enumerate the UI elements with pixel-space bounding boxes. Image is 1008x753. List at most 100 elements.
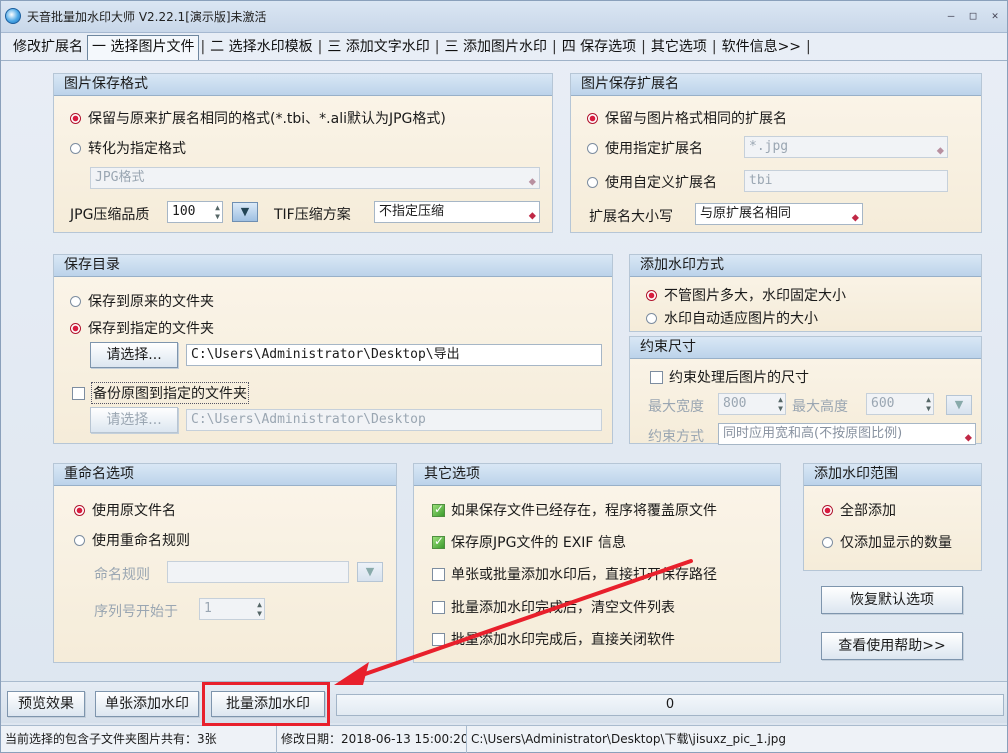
checkbox-open-path[interactable]: 单张或批量添加水印后，直接打开保存路径 — [432, 564, 717, 584]
spinner-icon[interactable]: ▲ ▼ — [778, 395, 783, 413]
naming-rule-input[interactable] — [167, 561, 349, 583]
jpg-quality-input[interactable]: 100 ▲ ▼ — [167, 201, 223, 223]
checkbox-label: 保存原JPG文件的 EXIF 信息 — [451, 535, 626, 551]
radio-selected-icon — [587, 112, 598, 124]
max-height-input[interactable]: 600 ▲ ▼ — [866, 393, 934, 415]
backup-path-input[interactable]: C:\Users\Administrator\Desktop — [186, 409, 602, 431]
panel-title: 添加水印范围 — [804, 464, 981, 486]
panel-title: 保存目录 — [54, 255, 612, 277]
panel-other-options: 其它选项 如果保存文件已经存在，程序将覆盖原文件 保存原JPG文件的 EXIF … — [413, 463, 781, 663]
panel-title: 约束尺寸 — [630, 337, 981, 359]
tab-watermark-template[interactable]: 二 选择水印模板 — [206, 36, 316, 60]
size-dropdown-button[interactable]: ▼ — [946, 395, 972, 415]
input-value: 600 — [871, 396, 895, 411]
input-value: tbi — [749, 173, 773, 188]
checkbox-constraint-size[interactable]: 约束处理后图片的尺寸 — [650, 367, 809, 387]
minimize-icon[interactable]: – — [943, 9, 959, 22]
input-value: 100 — [172, 204, 196, 219]
dropdown-arrow-icon: ◆ — [851, 210, 859, 224]
select-value: *.jpg — [749, 139, 789, 154]
radio-original-filename[interactable]: 使用原文件名 — [74, 500, 176, 520]
checkbox-checked-icon — [432, 534, 445, 549]
tab-software-info[interactable]: 软件信息>> — [718, 36, 805, 60]
tab-modify-extension[interactable]: 修改扩展名 — [9, 36, 87, 60]
title-bar: 天音批量加水印大师 V2.22.1[演示版]未激活 – □ ✕ — [1, 1, 1007, 33]
dropdown-arrow-icon: ◆ — [964, 430, 972, 444]
constraint-mode-select[interactable]: 同时应用宽和高(不按原图比例) ◆ — [718, 423, 976, 445]
radio-fixed-size[interactable]: 不管图片多大，水印固定大小 — [646, 285, 846, 305]
save-path-input[interactable]: C:\Users\Administrator\Desktop\导出 — [186, 344, 602, 366]
checkbox-checked-icon — [432, 502, 445, 517]
view-help-button[interactable]: 查看使用帮助>> — [821, 632, 963, 660]
preview-button[interactable]: 预览效果 — [7, 691, 85, 717]
radio-selected-icon — [74, 504, 85, 516]
spinner-icon[interactable]: ▲ ▼ — [926, 395, 931, 413]
tab-bar: 修改扩展名 一 选择图片文件 | 二 选择水印模板 | 三 添加文字水印 | 三… — [1, 33, 1007, 61]
radio-label: 保留与图片格式相同的扩展名 — [605, 111, 787, 127]
radio-specified-extension[interactable]: 使用指定扩展名 — [587, 138, 703, 158]
checkbox-icon — [432, 567, 445, 581]
specified-extension-select[interactable]: *.jpg ◆ — [744, 136, 948, 158]
checkbox-clear-list[interactable]: 批量添加水印完成后，清空文件列表 — [432, 597, 675, 617]
browse-save-folder-button[interactable]: 请选择... — [90, 342, 178, 368]
window-controls: – □ ✕ — [943, 9, 1003, 22]
select-value: 与原扩展名相同 — [700, 206, 792, 221]
checkbox-close-app[interactable]: 批量添加水印完成后，直接关闭软件 — [432, 629, 675, 649]
browse-backup-folder-button[interactable]: 请选择... — [90, 407, 178, 433]
tab-other-options[interactable]: 其它选项 — [647, 36, 711, 60]
radio-convert-format[interactable]: 转化为指定格式 — [70, 138, 186, 158]
radio-icon — [587, 176, 598, 188]
radio-label: 使用自定义扩展名 — [605, 175, 717, 191]
select-value: 同时应用宽和高(不按原图比例) — [723, 426, 903, 441]
spinner-icon[interactable]: ▲ ▼ — [215, 203, 220, 221]
naming-rule-dropdown-button[interactable]: ▼ — [357, 562, 383, 582]
close-icon[interactable]: ✕ — [987, 9, 1003, 22]
panel-title: 图片保存扩展名 — [571, 74, 981, 96]
dropdown-arrow-icon: ◆ — [936, 143, 944, 157]
radio-rename-rule[interactable]: 使用重命名规则 — [74, 530, 190, 550]
ext-case-label: 扩展名大小写 — [589, 209, 673, 225]
spinner-icon[interactable]: ▲ ▼ — [257, 600, 262, 618]
tif-select[interactable]: 不指定压缩 ◆ — [374, 201, 540, 223]
tab-save-options[interactable]: 四 保存选项 — [558, 36, 640, 60]
tab-select-images[interactable]: 一 选择图片文件 — [87, 35, 200, 60]
checkbox-backup-original[interactable]: 备份原图到指定的文件夹 — [72, 382, 249, 404]
radio-auto-size[interactable]: 水印自动适应图片的大小 — [646, 308, 818, 328]
max-width-input[interactable]: 800 ▲ ▼ — [718, 393, 786, 415]
tif-label: TIF压缩方案 — [274, 207, 351, 223]
radio-keep-format[interactable]: 保留与原来扩展名相同的格式(*.tbi、*.ali默认为JPG格式) — [70, 108, 446, 128]
format-select[interactable]: JPG格式 ◆ — [90, 167, 540, 189]
radio-save-specified-folder[interactable]: 保存到指定的文件夹 — [70, 318, 214, 338]
tab-separator: | — [434, 39, 440, 55]
single-watermark-button[interactable]: 单张添加水印 — [95, 691, 199, 717]
checkbox-keep-exif[interactable]: 保存原JPG文件的 EXIF 信息 — [432, 532, 626, 552]
radio-icon — [70, 295, 81, 307]
radio-save-original-folder[interactable]: 保存到原来的文件夹 — [70, 291, 214, 311]
restore-defaults-button[interactable]: 恢复默认选项 — [821, 586, 963, 614]
tab-separator: | — [317, 39, 323, 55]
radio-add-shown[interactable]: 仅添加显示的数量 — [822, 532, 952, 552]
custom-extension-input[interactable]: tbi — [744, 170, 948, 192]
tab-text-watermark[interactable]: 三 添加文字水印 — [323, 36, 433, 60]
radio-label: 保留与原来扩展名相同的格式(*.tbi、*.ali默认为JPG格式) — [88, 111, 446, 127]
checkbox-label: 批量添加水印完成后，清空文件列表 — [451, 600, 675, 616]
panel-constraint-size: 约束尺寸 约束处理后图片的尺寸 最大宽度 800 ▲ ▼ 最大高度 600 ▲ ▼ … — [629, 336, 982, 445]
tab-image-watermark[interactable]: 三 添加图片水印 — [441, 36, 551, 60]
status-file-path: C:\Users\Administrator\Desktop\下载\jisuxz… — [471, 732, 787, 746]
panel-title: 添加水印方式 — [630, 255, 981, 277]
maximize-icon[interactable]: □ — [965, 9, 981, 22]
radio-custom-extension[interactable]: 使用自定义扩展名 — [587, 172, 717, 192]
dropdown-arrow-icon: ◆ — [528, 208, 536, 222]
checkbox-overwrite[interactable]: 如果保存文件已经存在，程序将覆盖原文件 — [432, 500, 717, 520]
max-width-label: 最大宽度 — [648, 399, 704, 415]
progress-value: 0 — [665, 697, 675, 712]
radio-add-all[interactable]: 全部添加 — [822, 500, 896, 520]
tab-separator: | — [711, 39, 717, 55]
radio-keep-extension[interactable]: 保留与图片格式相同的扩展名 — [587, 108, 787, 128]
sequence-start-input[interactable]: 1 ▲ ▼ — [199, 598, 265, 620]
radio-icon — [70, 142, 81, 154]
app-logo-icon — [5, 8, 21, 24]
jpg-quality-dropdown-button[interactable]: ▼ — [232, 202, 258, 222]
ext-case-select[interactable]: 与原扩展名相同 ◆ — [695, 203, 863, 225]
checkbox-label: 备份原图到指定的文件夹 — [91, 382, 249, 404]
